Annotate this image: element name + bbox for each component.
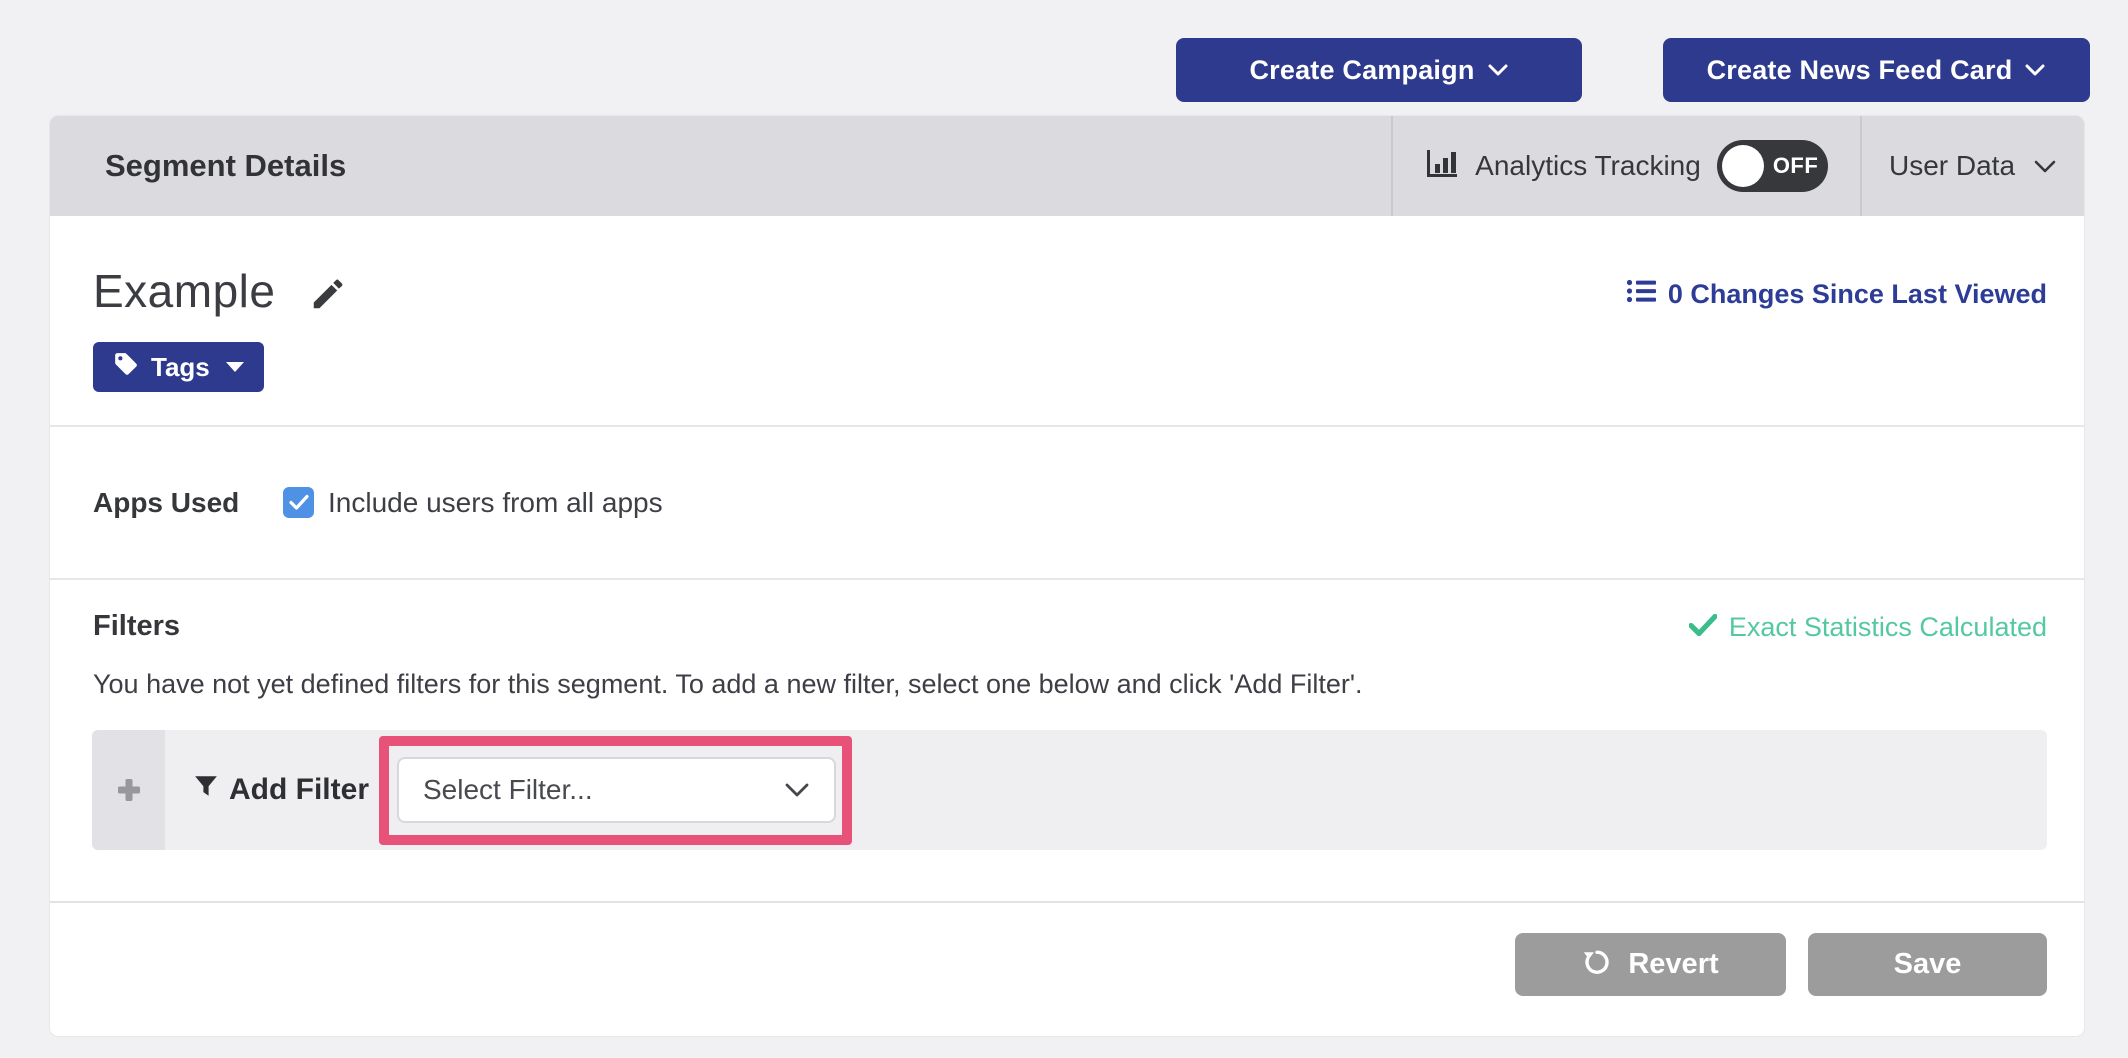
changes-link-label: 0 Changes Since Last Viewed [1668,279,2047,310]
chevron-down-icon [784,782,810,798]
segment-name: Example [93,264,275,318]
funnel-icon [193,773,219,807]
card-title: Segment Details [50,116,1391,216]
segment-details-card: Segment Details Analytics Tracking OFF [50,116,2084,1036]
segment-details-page: Create Campaign Create News Feed Card Se… [0,0,2128,1058]
save-label: Save [1894,948,1962,981]
segment-title-section: Example 0 Changes Since Last Viewed [50,216,2084,425]
analytics-tracking-section: Analytics Tracking OFF [1391,116,1860,216]
segment-name-row: Example [93,264,347,318]
tag-icon [113,351,139,384]
analytics-tracking-label: Analytics Tracking [1475,150,1701,182]
check-icon [1689,612,1717,643]
caret-down-icon [226,362,244,372]
plus-icon [115,776,143,804]
exact-statistics-status: Exact Statistics Calculated [1689,612,2047,643]
toggle-knob [1722,145,1764,187]
exact-statistics-label: Exact Statistics Calculated [1729,612,2047,643]
apps-used-label: Apps Used [93,487,283,519]
filters-section: Filters Exact Statistics Calculated You … [50,580,2084,901]
user-data-label: User Data [1889,150,2015,182]
create-campaign-button[interactable]: Create Campaign [1176,38,1582,102]
revert-label: Revert [1628,948,1718,981]
create-news-feed-card-label: Create News Feed Card [1707,55,2013,86]
bar-chart-icon [1425,148,1459,185]
add-filter-plus-button[interactable] [92,730,165,850]
select-filter-value: Select Filter... [423,774,593,806]
chevron-down-icon [1487,63,1509,77]
add-filter-label: Add Filter [229,773,369,807]
create-news-feed-card-button[interactable]: Create News Feed Card [1663,38,2090,102]
tags-button-label: Tags [151,352,210,383]
analytics-tracking-toggle[interactable]: OFF [1717,140,1828,192]
include-all-apps-checkbox[interactable] [283,487,314,518]
edit-pencil-icon[interactable] [309,275,347,313]
apps-used-section: Apps Used Include users from all apps [50,427,2084,578]
chevron-down-icon [2024,63,2046,77]
revert-button[interactable]: Revert [1515,933,1786,996]
list-icon [1626,278,1656,311]
select-filter-dropdown[interactable]: Select Filter... [397,757,836,823]
filters-description: You have not yet defined filters for thi… [93,669,2047,700]
chevron-down-icon [2033,159,2057,174]
include-all-apps-label: Include users from all apps [328,487,663,519]
tags-button[interactable]: Tags [93,342,264,392]
create-campaign-label: Create Campaign [1249,55,1474,86]
changes-since-last-viewed-link[interactable]: 0 Changes Since Last Viewed [1626,278,2047,311]
save-button[interactable]: Save [1808,933,2047,996]
add-filter-row: Add Filter Select Filter... [92,730,2047,850]
user-data-dropdown[interactable]: User Data [1860,116,2084,216]
revert-icon [1582,946,1612,984]
card-footer: Revert Save [50,901,2084,1036]
card-header: Segment Details Analytics Tracking OFF [50,116,2084,216]
add-filter-button[interactable]: Add Filter [193,773,369,807]
toggle-state-label: OFF [1773,140,1819,192]
